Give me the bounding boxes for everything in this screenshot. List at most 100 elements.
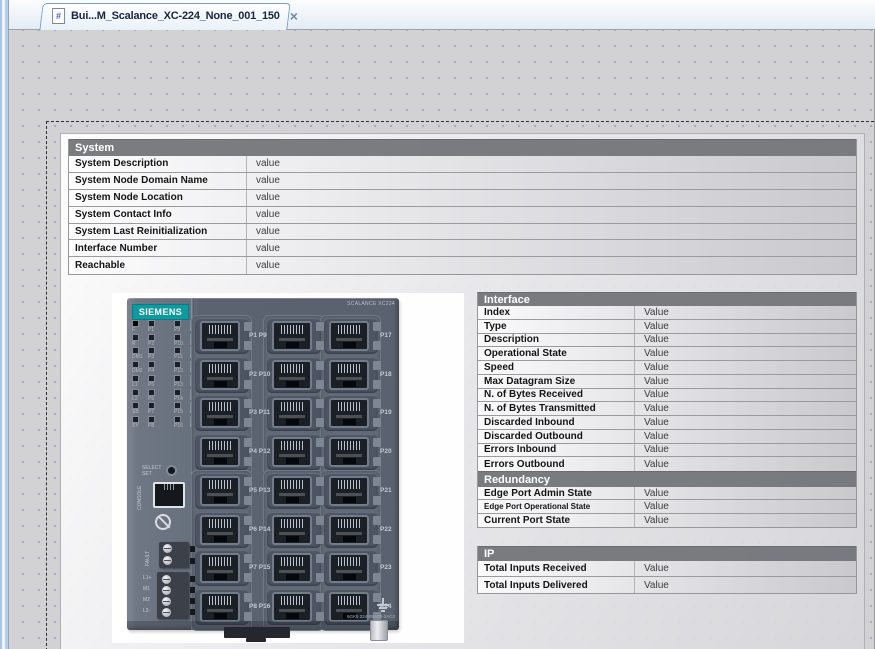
- table-row: Errors OutboundValue: [478, 457, 856, 471]
- jack-latch: [343, 536, 356, 542]
- jack-shine: [279, 609, 305, 612]
- row-label: Type: [478, 320, 635, 333]
- terminal-screw: [163, 544, 172, 553]
- rj45-jack: [200, 437, 240, 467]
- led-label: DM2: [132, 368, 146, 374]
- led-indicator: [132, 389, 139, 396]
- scalance-switch-body: SIEMENS SCALANCE XC224 FRDM1DM2L1L2SBSYP…: [127, 298, 399, 630]
- tab-close-icon[interactable]: ×: [290, 8, 298, 24]
- led-indicator: [148, 389, 155, 396]
- redundancy-table-header: Redundancy: [478, 471, 856, 487]
- port-label-mid: P6 P14: [249, 526, 270, 533]
- led-label: DM1: [132, 354, 146, 360]
- device-image[interactable]: SIEMENS SCALANCE XC224 FRDM1DM2L1L2SBSYP…: [112, 293, 464, 643]
- editor-tab-bar: # Bui...M_Scalance_XC-224_None_001_150 ×: [9, 0, 875, 30]
- jack-clip: [316, 535, 324, 544]
- table-row: Interface Numbervalue: [69, 240, 856, 257]
- terminal-screw: [162, 586, 171, 595]
- port-label-right: P17: [380, 332, 392, 339]
- earth-bar1: [377, 604, 389, 606]
- rj45-port: [195, 434, 249, 470]
- rj45-port: [195, 550, 249, 586]
- rj45-jack: [329, 553, 369, 583]
- jack-clip: [316, 399, 324, 408]
- jack-clip: [373, 496, 381, 505]
- fault-terminal-block: [159, 542, 189, 568]
- jack-clip: [244, 535, 252, 544]
- jack-clip: [244, 612, 252, 621]
- faceplate-editor-canvas[interactable]: SystemSystem DescriptionvalueSystem Node…: [9, 30, 875, 649]
- set-label: SET: [142, 471, 152, 477]
- port-label-mid: P2 P10: [249, 371, 270, 378]
- row-label: Discarded Inbound: [478, 416, 635, 429]
- jack-latch: [286, 574, 299, 580]
- row-label: Speed: [478, 361, 635, 374]
- row-label: Errors Outbound: [478, 457, 635, 471]
- port-label-right: P22: [380, 526, 392, 533]
- jack-shine: [336, 609, 362, 612]
- table-row: System Node Domain Namevalue: [69, 173, 856, 190]
- row-value: Value: [635, 375, 856, 388]
- jack-clip: [316, 612, 324, 621]
- led-indicator: [132, 375, 139, 382]
- led-label: L1: [132, 382, 146, 388]
- led-label: R: [132, 341, 146, 347]
- jack-shine: [207, 338, 233, 341]
- table-row: Total Inputs ReceivedValue: [478, 561, 856, 577]
- row-label: Index: [478, 306, 635, 319]
- redundancy-table: RedundancyEdge Port Admin StateValueEdge…: [477, 471, 857, 528]
- rj45-jack: [329, 437, 369, 467]
- table-row: SpeedValue: [478, 361, 856, 375]
- mounting-screw: [370, 620, 388, 641]
- jack-pins: [209, 557, 231, 566]
- jack-clip: [244, 516, 252, 525]
- rj45-jack: [272, 553, 312, 583]
- rj45-port: [324, 512, 378, 548]
- row-label: Total Inputs Delivered: [478, 577, 635, 593]
- jack-shine: [336, 454, 362, 457]
- row-value: value: [247, 190, 856, 206]
- led-label: P1: [148, 327, 162, 333]
- row-value: Value: [635, 444, 856, 457]
- terminal-pin: [190, 546, 195, 552]
- device-model-label: SCALANCE XC224: [347, 301, 395, 307]
- jack-pins: [338, 519, 360, 528]
- jack-clip: [244, 438, 252, 447]
- power-terminal-label: L2-: [143, 608, 150, 614]
- jack-shine: [336, 493, 362, 496]
- terminal-screw: [162, 575, 171, 584]
- jack-pins: [281, 402, 303, 411]
- terminal-screw: [162, 608, 171, 617]
- rj45-port: [267, 589, 321, 625]
- rj45-port: [324, 434, 378, 470]
- row-value: Value: [635, 389, 856, 402]
- jack-clip: [244, 573, 252, 582]
- table-row: System Contact Infovalue: [69, 207, 856, 224]
- jack-clip: [316, 554, 324, 563]
- jack-latch: [214, 613, 227, 619]
- tab-faceplate[interactable]: # Bui...M_Scalance_XC-224_None_001_150 ×: [39, 3, 290, 30]
- jack-pins: [281, 480, 303, 489]
- row-value: Value: [635, 430, 856, 443]
- terminal-pin: [190, 609, 195, 615]
- jack-pins: [209, 480, 231, 489]
- jack-latch: [214, 342, 227, 348]
- led-label: P11: [174, 354, 188, 360]
- power-terminal-block: [157, 572, 189, 619]
- table-row: Operational StateValue: [478, 347, 856, 361]
- jack-shine: [207, 377, 233, 380]
- jack-pins: [281, 596, 303, 605]
- port-label-mid: P5 P13: [249, 487, 270, 494]
- led-label: P5: [148, 382, 162, 388]
- led-label: P7: [148, 409, 162, 415]
- jack-clip: [316, 573, 324, 582]
- jack-shine: [207, 532, 233, 535]
- jack-shine: [279, 415, 305, 418]
- jack-clip: [244, 418, 252, 427]
- jack-pins: [209, 596, 231, 605]
- table-row: N. of Bytes ReceivedValue: [478, 389, 856, 403]
- row-value: Value: [635, 416, 856, 429]
- port-label-mid: P1 P9: [249, 332, 267, 339]
- led-label: P12: [174, 368, 188, 374]
- jack-shine: [279, 338, 305, 341]
